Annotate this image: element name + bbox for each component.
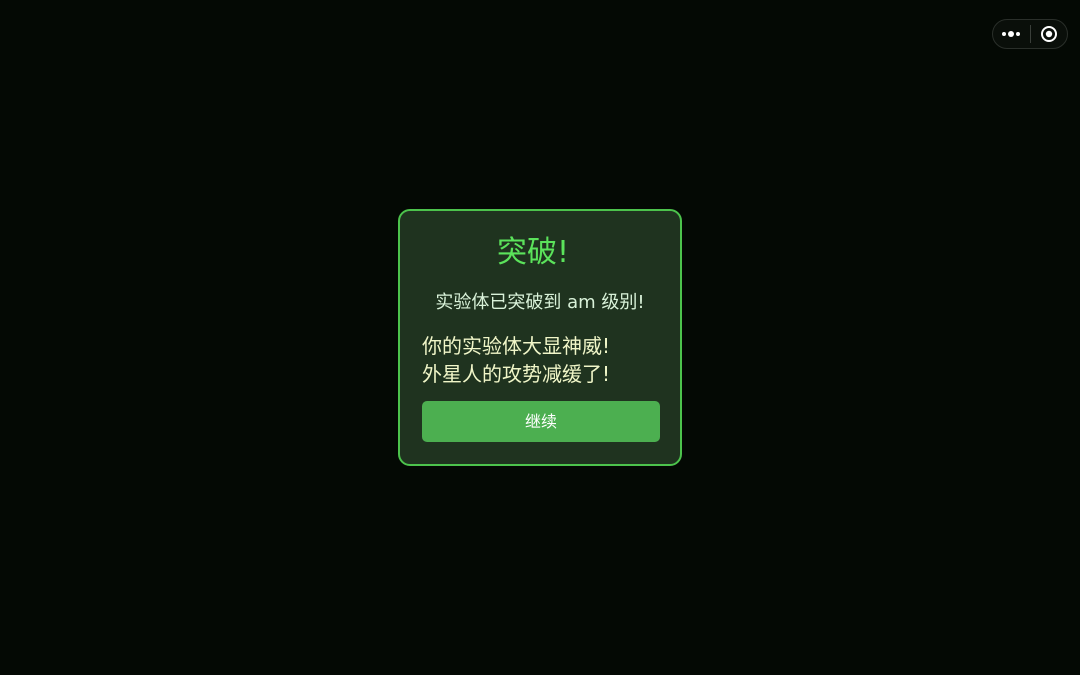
dialog-title: 突破! <box>496 235 570 270</box>
close-button[interactable] <box>1030 20 1067 48</box>
breakthrough-dialog: 突破! 实验体已突破到 am 级别! 你的实验体大显神威! 外星人的攻势减缓了!… <box>398 209 682 466</box>
dialog-message: 你的实验体大显神威! 外星人的攻势减缓了! <box>422 332 610 388</box>
mini-program-capsule <box>992 19 1068 49</box>
message-line-1: 你的实验体大显神威! <box>422 334 611 358</box>
game-screen: 突破! 实验体已突破到 am 级别! 你的实验体大显神威! 外星人的攻势减缓了!… <box>0 0 1080 675</box>
continue-button[interactable]: 继续 <box>422 401 660 442</box>
target-close-icon <box>1040 26 1057 42</box>
dialog-subtitle: 实验体已突破到 am 级别! <box>435 292 645 313</box>
message-line-2: 外星人的攻势减缓了! <box>422 362 611 386</box>
more-button[interactable] <box>993 20 1030 48</box>
more-dots-icon <box>1002 31 1021 37</box>
